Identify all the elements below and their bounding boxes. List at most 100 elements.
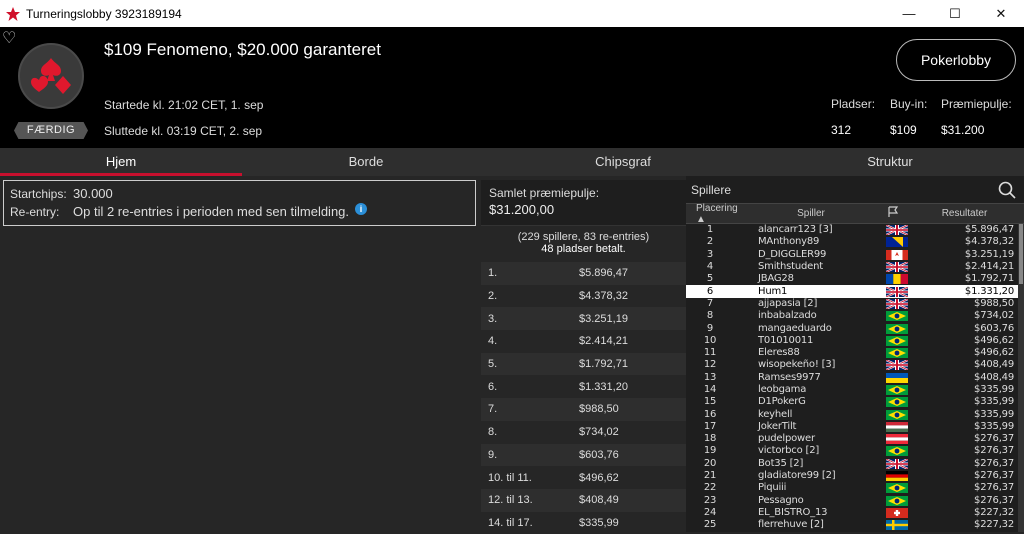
prize-row: 12. til 13. $408,49 xyxy=(481,488,686,512)
player-row[interactable]: 19 victorbco [2] $276,37 xyxy=(686,445,1024,457)
player-row[interactable]: 15 D1PokerG $335,99 xyxy=(686,396,1024,408)
players-title: Spillere xyxy=(691,182,732,197)
prize-amount-cell: $2.414,21 xyxy=(579,335,628,348)
prize-amount: $31.200,00 xyxy=(489,202,555,217)
country-flag-icon xyxy=(886,348,908,359)
player-row[interactable]: 23 Pessagno $276,37 xyxy=(686,495,1024,507)
player-row[interactable]: 8 inbabalzado $734,02 xyxy=(686,310,1024,322)
window-title: Turneringslobby 3923189194 xyxy=(26,6,182,21)
player-name: leobgama xyxy=(758,384,807,395)
player-row[interactable]: 12 wisopekeño! [3] $408,49 xyxy=(686,359,1024,372)
player-row[interactable]: 22 Piquiii $276,37 xyxy=(686,482,1024,494)
country-flag-icon xyxy=(886,483,908,494)
flag-header-icon[interactable] xyxy=(881,206,905,221)
player-row[interactable]: 21 gladiatore99 [2] $276,37 xyxy=(686,470,1024,482)
country-flag-icon xyxy=(886,249,908,260)
player-row[interactable]: 11 Eleres88 $496,62 xyxy=(686,347,1024,359)
country-flag-icon xyxy=(886,495,908,506)
player-name: T01010011 xyxy=(758,334,814,346)
player-result: $335,99 xyxy=(974,420,1014,432)
status-badge: FÆRDIG xyxy=(14,122,88,139)
player-place: 16 xyxy=(703,408,717,420)
prize-header: Samlet præmiepulje: $31.200,00 xyxy=(481,180,686,226)
player-result: $734,02 xyxy=(974,310,1014,322)
player-row[interactable]: 14 leobgama $335,99 xyxy=(686,384,1024,396)
player-row[interactable]: 5 JBAG28 $1.792,71 xyxy=(686,273,1024,285)
tab-borde[interactable]: Borde xyxy=(242,148,490,176)
player-row[interactable]: 7 ajjapasia [2] $988,50 xyxy=(686,298,1024,310)
player-name: D_DIGGLER99 xyxy=(758,248,827,260)
end-time: Sluttede kl. 03:19 CET, 2. sep xyxy=(104,124,263,138)
prize-amount-cell: $335,99 xyxy=(579,516,619,529)
player-row[interactable]: 4 Smithstudent $2.414,21 xyxy=(686,261,1024,273)
close-button[interactable]: ✕ xyxy=(978,0,1024,27)
player-row[interactable]: 24 EL_BISTRO_13 $227,32 xyxy=(686,507,1024,519)
player-row[interactable]: 18 pudelpower $276,37 xyxy=(686,433,1024,445)
player-row[interactable]: 20 Bot35 [2] $276,37 xyxy=(686,458,1024,470)
player-row[interactable]: 13 Ramses9977 $408,49 xyxy=(686,372,1024,384)
pokerlobby-button[interactable]: Pokerlobby xyxy=(896,39,1016,81)
player-name: mangaeduardo xyxy=(758,322,832,334)
player-name: alancarr123 [3] xyxy=(758,224,833,236)
player-result: $276,37 xyxy=(974,445,1014,457)
prize-amount-cell: $408,49 xyxy=(579,494,619,507)
minimize-button[interactable]: — xyxy=(886,0,932,27)
player-result: $408,49 xyxy=(974,359,1014,371)
reentry-label: Re-entry: xyxy=(10,205,60,219)
prize-amount-cell: $734,02 xyxy=(579,426,619,439)
search-icon[interactable] xyxy=(998,181,1016,199)
players-search-bar[interactable]: Spillere xyxy=(686,176,1024,204)
player-row[interactable]: 25 flerrehuve [2] $227,32 xyxy=(686,519,1024,531)
prize-place: 14. til 17. xyxy=(488,516,533,529)
prize-place: 6. xyxy=(488,380,498,393)
player-row[interactable]: 9 mangaeduardo $603,76 xyxy=(686,322,1024,334)
prize-amount-cell: $603,76 xyxy=(579,448,619,461)
prize-row: 3. $3.251,19 xyxy=(481,307,686,331)
player-place: 10 xyxy=(703,334,717,346)
prize-summary: (229 spillere, 83 re-entries) 48 pladser… xyxy=(481,226,686,262)
players-scrollbar[interactable] xyxy=(1018,224,1024,532)
country-flag-icon xyxy=(886,507,908,518)
prize-place: 8. xyxy=(488,426,498,439)
tab-struktur[interactable]: Struktur xyxy=(756,148,1024,176)
buyin-value: $109 xyxy=(890,123,917,137)
player-row[interactable]: 6 Hum1 $1.331,20 xyxy=(686,285,1024,298)
player-name: Ramses9977 xyxy=(758,371,821,383)
player-result: $276,37 xyxy=(974,470,1014,482)
player-row[interactable]: 3 D_DIGGLER99 $3.251,19 xyxy=(686,249,1024,261)
player-place: 8 xyxy=(706,310,714,322)
player-row[interactable]: 1 alancarr123 [3] $5.896,47 xyxy=(686,224,1024,237)
player-row[interactable]: 2 MAnthony89 $4.378,32 xyxy=(686,236,1024,248)
player-place: 7 xyxy=(706,297,714,309)
prize-row: 9. $603,76 xyxy=(481,443,686,467)
player-row[interactable]: 17 JokerTilt $335,99 xyxy=(686,421,1024,433)
favorite-heart-icon[interactable]: ♡ xyxy=(2,31,20,47)
prize-row: 6. $1.331,20 xyxy=(481,375,686,399)
tab-chipsgraf[interactable]: Chipsgraf xyxy=(490,148,756,176)
col-result-header[interactable]: Resultater xyxy=(905,208,1024,219)
startchips-value: 30.000 xyxy=(73,186,113,201)
player-result: $276,37 xyxy=(974,457,1014,469)
tournament-info-box: Startchips: 30.000 Re-entry: Op til 2 re… xyxy=(3,180,476,226)
col-place-header[interactable]: Placering ▲ xyxy=(686,203,741,225)
scrollbar-thumb[interactable] xyxy=(1019,224,1023,284)
left-panel-background xyxy=(0,226,480,532)
maximize-button[interactable]: ☐ xyxy=(932,0,978,27)
player-result: $408,49 xyxy=(974,371,1014,383)
prize-place: 12. til 13. xyxy=(488,494,533,507)
tab-hjem[interactable]: Hjem xyxy=(0,148,242,176)
player-place: 1 xyxy=(706,224,714,236)
country-flag-icon xyxy=(886,471,908,482)
info-icon[interactable]: i xyxy=(355,203,368,215)
country-flag-icon xyxy=(885,457,909,470)
country-flag-icon xyxy=(886,372,908,383)
players-table-header: Placering ▲ Spiller Resultater xyxy=(686,203,1024,225)
seats-value: 312 xyxy=(831,123,852,137)
tournament-header: ♡ FÆRDIG $109 Fenomeno, $20.000 garanter… xyxy=(0,27,1024,148)
reentry-value: Op til 2 re-entries i perioden med sen t… xyxy=(73,204,350,219)
player-place: 25 xyxy=(703,519,717,531)
player-row[interactable]: 10 T01010011 $496,62 xyxy=(686,335,1024,347)
player-row[interactable]: 16 keyhell $335,99 xyxy=(686,408,1024,420)
col-player-header[interactable]: Spiller xyxy=(741,208,881,219)
player-place: 17 xyxy=(703,420,717,432)
